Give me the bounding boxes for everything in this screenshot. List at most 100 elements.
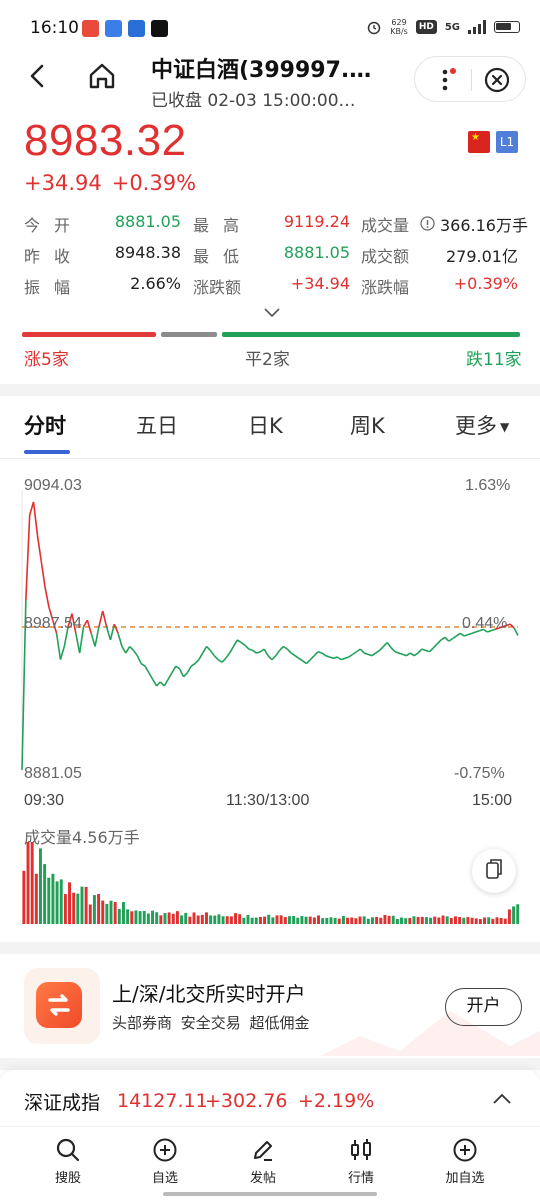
price-line-segment: [305, 659, 311, 665]
nav-market[interactable]: 行情: [321, 1137, 401, 1186]
volume-bar: [383, 914, 387, 924]
volume-bar: [76, 893, 80, 924]
tab-daily-k[interactable]: 日K: [248, 410, 283, 440]
price-line-segment: [32, 501, 39, 535]
chart-toggle-button[interactable]: [472, 849, 516, 893]
volume-bar: [412, 916, 416, 924]
price-line-segment: [59, 646, 66, 660]
breadth-down-bar: [222, 332, 520, 337]
price-line-segment: [463, 633, 469, 637]
volume-bar: [155, 912, 159, 924]
close-icon[interactable]: [483, 66, 511, 94]
volume-bar: [151, 910, 154, 924]
price-line-segment: [132, 649, 138, 657]
tab-more[interactable]: 更多 ▼: [455, 410, 509, 440]
transfer-icon: [48, 994, 70, 1016]
more-menu-icon[interactable]: [433, 67, 459, 93]
price-line-segment: [209, 649, 215, 657]
price-line-segment: [25, 514, 31, 601]
price-line-segment: [294, 655, 300, 659]
volume-bar: [209, 915, 213, 924]
chevron-up-icon[interactable]: [492, 1092, 512, 1106]
level-badge: L1: [496, 131, 518, 153]
price-line-segment: [321, 652, 327, 657]
volume-bar: [404, 918, 408, 924]
volume-bar: [217, 914, 221, 924]
price-line-segment: [244, 644, 250, 650]
price-line-segment: [344, 656, 350, 660]
price-line-segment: [194, 659, 200, 665]
stats-row: 今开 8881.05 最高 9119.24 成交量 366.16万手: [0, 212, 540, 236]
price-line-segment: [286, 648, 292, 654]
volume-bar: [350, 917, 354, 924]
volume-bar: [337, 918, 341, 924]
open-account-button[interactable]: 开户: [445, 988, 522, 1026]
nav-search[interactable]: 搜股: [28, 1137, 108, 1186]
price-line-segment: [402, 653, 407, 657]
price-line-segment: [428, 647, 434, 653]
price-line-segment: [406, 652, 411, 657]
price-line-segment: [256, 650, 261, 654]
pen-icon: [254, 1141, 272, 1161]
price-line-segment: [236, 639, 242, 644]
volume-value: 366.16万手: [440, 216, 528, 235]
pct-axis-bottom-label: -0.75%: [454, 765, 505, 782]
intraday-chart[interactable]: 9094.03 8987.54 8881.05 1.63% 0.44% -0.7…: [0, 470, 540, 820]
nav-label: 加自选: [445, 1171, 485, 1186]
change-amount: +34.94: [24, 171, 102, 195]
volume-bar: [84, 886, 88, 924]
section-divider: [0, 942, 540, 954]
price-line-segment: [152, 678, 158, 687]
change-pct-value: +0.39%: [453, 274, 518, 293]
x-axis-start-label: 09:30: [24, 792, 65, 809]
info-icon[interactable]: [420, 216, 435, 231]
broker-logo: [24, 968, 100, 1044]
volume-bar: [516, 904, 520, 924]
nav-label: 搜股: [54, 1171, 81, 1186]
volume-bar: [354, 918, 358, 924]
home-icon[interactable]: [86, 60, 118, 92]
volume-bar: [250, 917, 254, 924]
alarm-icon: [367, 21, 381, 35]
search-icon: [56, 1138, 80, 1162]
volume-bar: [317, 915, 320, 924]
y-axis-top-label: 9094.03: [24, 477, 82, 494]
price-line-segment: [444, 636, 450, 642]
volume-bar: [391, 915, 395, 924]
promo-card[interactable]: 上/深/北交所实时开户 头部券商 安全交易 超低佣金 开户: [0, 956, 540, 1056]
nav-label: 自选: [151, 1171, 178, 1186]
chart-tabs: 分时 五日 日K 周K 更多 ▼: [0, 398, 540, 458]
volume-bar: [39, 848, 42, 924]
volume-chart[interactable]: [22, 836, 520, 924]
expand-chevron-icon[interactable]: [263, 306, 281, 320]
price-line-segment: [459, 632, 465, 637]
price-line-segment: [171, 665, 177, 674]
volume-bar: [267, 914, 271, 924]
index-ticker[interactable]: 深证成指 14127.11 +302.76 +2.19%: [0, 1070, 540, 1126]
volume-bar: [271, 917, 275, 924]
market-breadth-bar: [22, 332, 520, 338]
volume-bar: [130, 911, 134, 924]
nav-post[interactable]: 发帖: [223, 1137, 303, 1186]
y-axis-bottom-label: 8881.05: [24, 765, 82, 782]
tab-five-day[interactable]: 五日: [136, 410, 178, 440]
tab-weekly-k[interactable]: 周K: [350, 410, 385, 440]
price-line-segment: [36, 534, 43, 562]
back-icon[interactable]: [22, 60, 54, 92]
amplitude-label: 振幅: [24, 278, 85, 297]
volume-bar: [175, 911, 179, 924]
price-line-segment: [298, 657, 304, 662]
volume-bar: [80, 886, 84, 924]
app-notification-icon: [82, 20, 99, 37]
price-line-segment: [213, 655, 219, 661]
price-line-segment: [248, 648, 253, 652]
volume-bar: [30, 842, 34, 924]
price-line-segment: [163, 678, 169, 687]
nav-watchlist[interactable]: 自选: [125, 1137, 205, 1186]
volume-bar: [362, 916, 366, 924]
price-line-segment: [371, 652, 377, 657]
volume-bar: [234, 913, 237, 924]
ticker-change-pct: +2.19%: [298, 1090, 375, 1112]
nav-add-watchlist[interactable]: 加自选: [425, 1137, 505, 1186]
tab-intraday[interactable]: 分时: [24, 410, 66, 440]
